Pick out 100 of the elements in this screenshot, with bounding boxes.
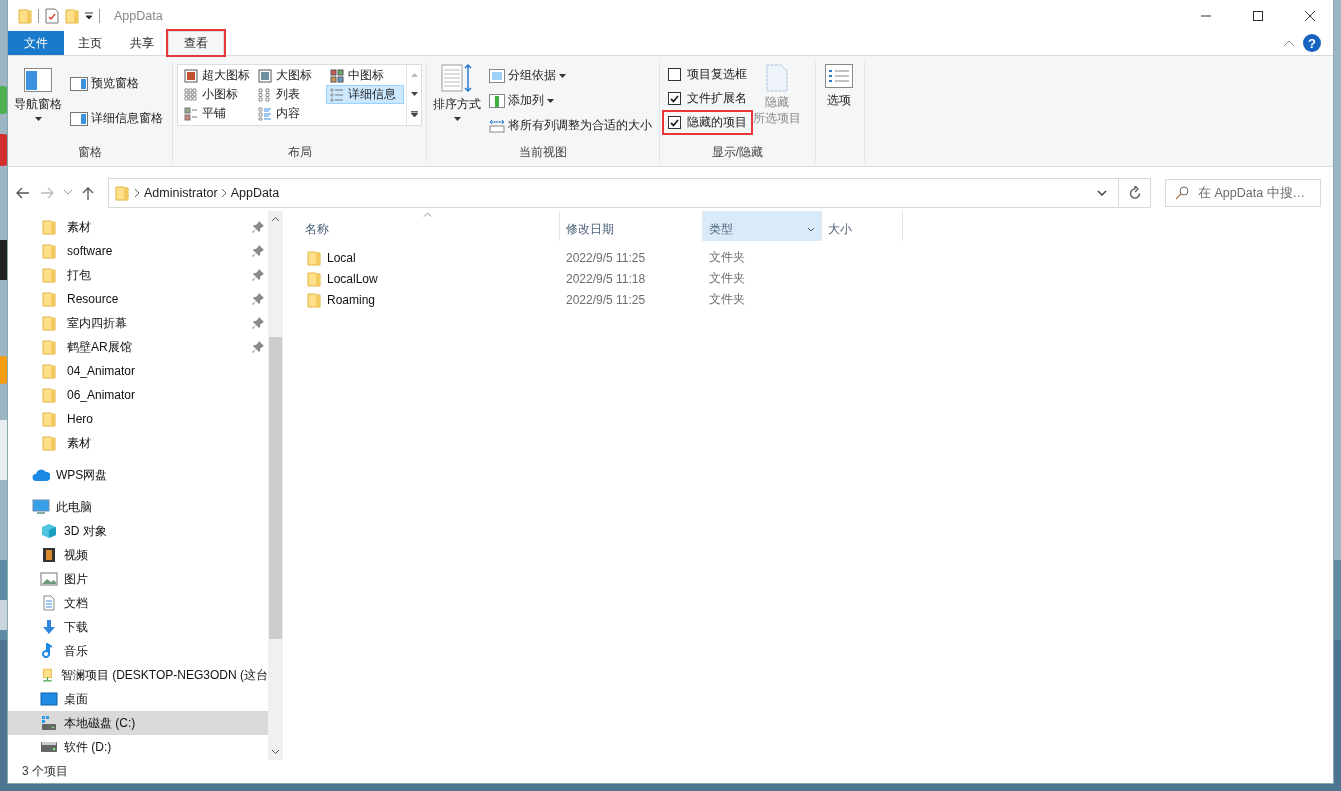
sidebar-item[interactable]: 下载 [8, 615, 268, 639]
sidebar-item[interactable]: 打包 [8, 263, 268, 287]
pin-icon[interactable] [252, 269, 264, 281]
sidebar-item[interactable]: Hero [8, 407, 268, 431]
sidebar-item[interactable]: WPS网盘 [8, 463, 268, 487]
checkmark-icon [670, 118, 679, 127]
scroll-up-icon[interactable] [271, 216, 280, 222]
layout-option[interactable]: 中图标 [326, 66, 404, 85]
sidebar-item[interactable]: 3D 对象 [8, 519, 268, 543]
view-icon [258, 87, 272, 102]
sidebar-item[interactable]: 智澜项目 (DESKTOP-NEG3ODN (这台 [8, 663, 268, 687]
checkbox[interactable]: 隐藏的项目 [664, 112, 751, 133]
layout-option[interactable]: 列表 [254, 85, 326, 104]
pin-icon[interactable] [252, 245, 264, 257]
preview-pane-button[interactable]: 预览窗格 [68, 74, 165, 93]
scroll-down-icon[interactable] [410, 92, 418, 96]
layout-option[interactable]: 大图标 [254, 66, 326, 85]
column-header[interactable]: 类型 [703, 211, 822, 241]
dropdown-icon[interactable] [85, 11, 93, 20]
pin-icon[interactable] [252, 341, 264, 353]
file-name[interactable]: Local [283, 249, 560, 266]
forward-arrow-icon [40, 186, 54, 199]
group-title: 显示/隐藏 [710, 144, 765, 161]
column-header[interactable]: 名称 [283, 211, 560, 241]
sidebar-item[interactable]: 视频 [8, 543, 268, 567]
group-by-button[interactable]: 分组依据 [487, 66, 654, 85]
sidebar-item[interactable]: 06_Animator [8, 383, 268, 407]
layout-option[interactable]: 详细信息 [326, 85, 404, 104]
sidebar-item[interactable]: 本地磁盘 (C:) [8, 711, 268, 735]
layout-option[interactable]: 平铺 [180, 104, 254, 123]
chevron-icon[interactable] [221, 188, 227, 197]
checkbox[interactable]: 文件扩展名 [664, 88, 751, 109]
view-icon [184, 106, 198, 121]
add-column-button[interactable]: 添加列 [487, 91, 654, 110]
chevron-down-icon [64, 190, 72, 195]
system-drive-icon [40, 715, 58, 731]
document-icon [765, 64, 789, 92]
scroll-down-icon[interactable] [271, 749, 280, 755]
sidebar-item[interactable]: 音乐 [8, 639, 268, 663]
ribbon-tab[interactable]: 查看 [168, 31, 224, 55]
breadcrumb[interactable]: AppData [226, 185, 284, 200]
help-button[interactable]: ? [1303, 34, 1321, 52]
file-name[interactable]: LocalLow [283, 270, 560, 287]
view-icon [330, 87, 344, 102]
sidebar-item[interactable]: 鹤壁AR展馆 [8, 335, 268, 359]
table-cell-text: 文件夹 [708, 291, 746, 308]
column-icon [489, 93, 505, 108]
computer-icon [32, 499, 50, 515]
search-field[interactable]: 在 AppData 中搜… [1165, 178, 1321, 207]
pin-icon[interactable] [252, 221, 264, 233]
sidebar-item[interactable]: 图片 [8, 567, 268, 591]
folder-icon [42, 219, 56, 235]
sidebar-item[interactable]: 04_Animator [8, 359, 268, 383]
details-pane-button[interactable]: 详细信息窗格 [68, 109, 165, 128]
group-title: 当前视图 [518, 144, 568, 161]
sidebar-item[interactable]: Resource [8, 287, 268, 311]
folder-icon [42, 339, 56, 355]
sidebar-item[interactable]: software [8, 239, 268, 263]
expand-gallery-icon[interactable] [410, 111, 418, 118]
sort-icon [441, 64, 473, 92]
checkbox[interactable]: 项目复选框 [664, 64, 751, 85]
sidebar-item[interactable]: 此电脑 [8, 495, 268, 519]
sidebar-item[interactable]: 素材 [8, 215, 268, 239]
image-icon [40, 571, 58, 587]
file-name[interactable]: Roaming [283, 291, 560, 308]
sidebar-item[interactable]: 素材 [8, 431, 268, 455]
ribbon-tab[interactable]: 共享 [116, 31, 168, 55]
address-bar[interactable]: Administrator AppData [108, 177, 1151, 208]
item-count: 3 个项目 [22, 763, 68, 780]
layout-option[interactable]: 超大图标 [180, 66, 254, 85]
layout-option[interactable]: 内容 [254, 104, 326, 123]
file-menu-tab[interactable]: 文件 [8, 31, 64, 55]
navigation-pane-button[interactable]: 导航窗格 [12, 62, 64, 142]
breadcrumb[interactable]: Administrator [140, 185, 222, 200]
fit-width-icon [489, 118, 505, 133]
sort-by-button[interactable]: 排序方式 [431, 62, 483, 142]
network-folder-icon [40, 667, 55, 683]
recent-locations-button[interactable] [62, 188, 74, 197]
download-arrow-icon [40, 619, 58, 635]
folder-icon [307, 291, 321, 308]
refresh-icon [1128, 186, 1141, 199]
layout-option[interactable]: 小图标 [180, 85, 254, 104]
ribbon-tab[interactable]: 主页 [64, 31, 116, 55]
collapse-ribbon-icon[interactable] [1283, 39, 1295, 47]
sidebar-item[interactable]: 软件 (D:) [8, 735, 268, 759]
pin-icon[interactable] [252, 317, 264, 329]
folder-icon [42, 411, 56, 427]
scrollbar[interactable] [268, 211, 283, 760]
sidebar-item[interactable]: 桌面 [8, 687, 268, 711]
pin-icon[interactable] [252, 293, 264, 305]
table-cell-text: 2022/9/5 11:25 [565, 292, 647, 307]
options-button[interactable]: 选项 [816, 62, 862, 162]
chevron-icon[interactable] [135, 188, 140, 197]
properties-icon[interactable] [45, 7, 59, 24]
column-header[interactable]: 大小 [822, 211, 903, 241]
sidebar-item[interactable]: 室内四折幕 [8, 311, 268, 335]
sidebar-item[interactable]: 文档 [8, 591, 268, 615]
checkmark-icon [670, 94, 679, 103]
up-arrow-icon [82, 185, 94, 200]
fit-columns-button[interactable]: 将所有列调整为合适的大小 [487, 116, 654, 135]
